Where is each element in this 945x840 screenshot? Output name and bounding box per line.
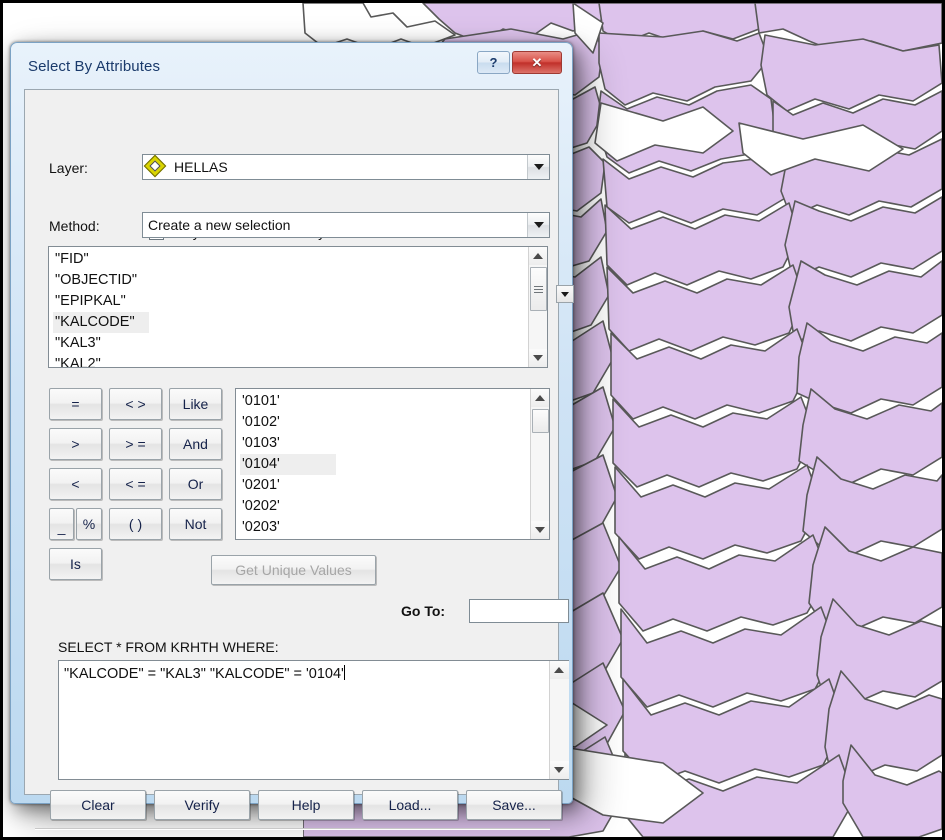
method-label: Method: bbox=[49, 218, 100, 234]
values-list-scrollbar[interactable] bbox=[530, 389, 549, 539]
close-icon[interactable]: ✕ bbox=[512, 51, 562, 74]
values-list-items[interactable]: '0101' '0102' '0103' '0104' '0201' '0202… bbox=[236, 389, 530, 539]
operator-less-button[interactable]: < bbox=[49, 468, 102, 500]
list-item[interactable]: "KAL3" bbox=[53, 333, 149, 354]
field-list-scrollbar[interactable] bbox=[528, 247, 547, 367]
scroll-track[interactable] bbox=[528, 265, 547, 349]
save-button[interactable]: Save... bbox=[466, 790, 562, 820]
select-by-attributes-dialog[interactable]: Select By Attributes ? ✕ Layer: HELLAS M… bbox=[10, 42, 574, 830]
field-listbox[interactable]: "FID" "OBJECTID" "EPIPKAL" "KALCODE" "KA… bbox=[48, 246, 548, 368]
expression-textarea[interactable]: "KALCODE" = "KAL3" "KALCODE" = '0104' bbox=[58, 660, 569, 780]
scroll-thumb[interactable] bbox=[529, 267, 547, 311]
list-item[interactable]: '0101' bbox=[240, 391, 336, 412]
list-item-selected[interactable]: "KALCODE" bbox=[53, 312, 149, 333]
list-item[interactable]: '0203' bbox=[240, 517, 336, 538]
scroll-down-icon[interactable] bbox=[528, 349, 547, 367]
application-canvas: Select By Attributes ? ✕ Layer: HELLAS M… bbox=[3, 3, 942, 837]
layer-label: Layer: bbox=[49, 160, 88, 176]
scroll-up-icon[interactable] bbox=[528, 247, 547, 265]
scroll-track[interactable] bbox=[530, 407, 549, 521]
help-icon[interactable]: ? bbox=[477, 51, 510, 74]
help-button[interactable]: Help bbox=[258, 790, 354, 820]
operator-parentheses-button[interactable]: ( ) bbox=[109, 508, 162, 540]
operator-not-equals-button[interactable]: < > bbox=[109, 388, 162, 420]
method-combobox[interactable]: Create a new selection bbox=[142, 212, 550, 238]
go-to-input[interactable] bbox=[469, 599, 569, 623]
operator-not-button[interactable]: Not bbox=[169, 508, 222, 540]
scroll-down-icon[interactable] bbox=[549, 761, 569, 779]
load-button[interactable]: Load... bbox=[362, 790, 458, 820]
expression-caption: SELECT * FROM KRHTH WHERE: bbox=[58, 639, 279, 655]
method-combobox-value: Create a new selection bbox=[148, 217, 291, 233]
operator-percent-button[interactable]: % bbox=[76, 508, 102, 540]
list-item[interactable]: '0204' bbox=[240, 538, 336, 539]
list-item[interactable]: '0202' bbox=[240, 496, 336, 517]
operator-underscore-button[interactable]: _ bbox=[49, 508, 74, 540]
operator-and-button[interactable]: And bbox=[169, 428, 222, 460]
chevron-down-icon[interactable] bbox=[527, 155, 549, 179]
field-list-items[interactable]: "FID" "OBJECTID" "EPIPKAL" "KALCODE" "KA… bbox=[49, 247, 528, 367]
operator-is-button[interactable]: Is bbox=[49, 548, 102, 580]
list-item[interactable]: "OBJECTID" bbox=[53, 270, 149, 291]
dialog-title: Select By Attributes bbox=[28, 58, 161, 75]
operator-or-button[interactable]: Or bbox=[169, 468, 222, 500]
operator-greater-button[interactable]: > bbox=[49, 428, 102, 460]
operator-like-button[interactable]: Like bbox=[169, 388, 222, 420]
operator-less-equal-button[interactable]: < = bbox=[109, 468, 162, 500]
get-unique-values-button[interactable]: Get Unique Values bbox=[211, 555, 376, 585]
operator-greater-equal-button[interactable]: > = bbox=[109, 428, 162, 460]
layer-combobox-value: HELLAS bbox=[174, 159, 228, 175]
expand-fields-button[interactable] bbox=[556, 285, 574, 303]
list-item[interactable]: "EPIPKAL" bbox=[53, 291, 149, 312]
list-item-selected[interactable]: '0104' bbox=[240, 454, 336, 475]
values-listbox[interactable]: '0101' '0102' '0103' '0104' '0201' '0202… bbox=[235, 388, 550, 540]
clear-button[interactable]: Clear bbox=[50, 790, 146, 820]
list-item[interactable]: '0103' bbox=[240, 433, 336, 454]
scroll-down-icon[interactable] bbox=[530, 521, 549, 539]
footer-divider bbox=[35, 828, 550, 830]
scroll-up-icon[interactable] bbox=[549, 661, 569, 679]
expression-scrollbar[interactable] bbox=[549, 661, 569, 779]
list-item[interactable]: "KAL2" bbox=[53, 354, 149, 367]
layer-combobox[interactable]: HELLAS bbox=[142, 154, 550, 180]
list-item[interactable]: "FID" bbox=[53, 249, 149, 270]
go-to-label: Go To: bbox=[401, 603, 446, 619]
list-item[interactable]: '0201' bbox=[240, 475, 336, 496]
dialog-frame: Select By Attributes ? ✕ Layer: HELLAS M… bbox=[15, 47, 574, 830]
chevron-down-icon[interactable] bbox=[527, 213, 549, 237]
scroll-track[interactable] bbox=[549, 679, 569, 761]
scroll-thumb[interactable] bbox=[531, 409, 549, 433]
operator-equals-button[interactable]: = bbox=[49, 388, 102, 420]
verify-button[interactable]: Verify bbox=[154, 790, 250, 820]
scroll-up-icon[interactable] bbox=[530, 389, 549, 407]
screenshot-frame: Select By Attributes ? ✕ Layer: HELLAS M… bbox=[0, 0, 945, 840]
dialog-titlebar[interactable]: Select By Attributes ? ✕ bbox=[15, 47, 568, 89]
polygon-layer-icon bbox=[143, 154, 167, 178]
dialog-client-area: Layer: HELLAS Only show selectable layer… bbox=[24, 89, 574, 830]
text-caret bbox=[343, 665, 345, 680]
list-item[interactable]: '0102' bbox=[240, 412, 336, 433]
expression-text[interactable]: "KALCODE" = "KAL3" "KALCODE" = '0104' bbox=[59, 661, 549, 779]
